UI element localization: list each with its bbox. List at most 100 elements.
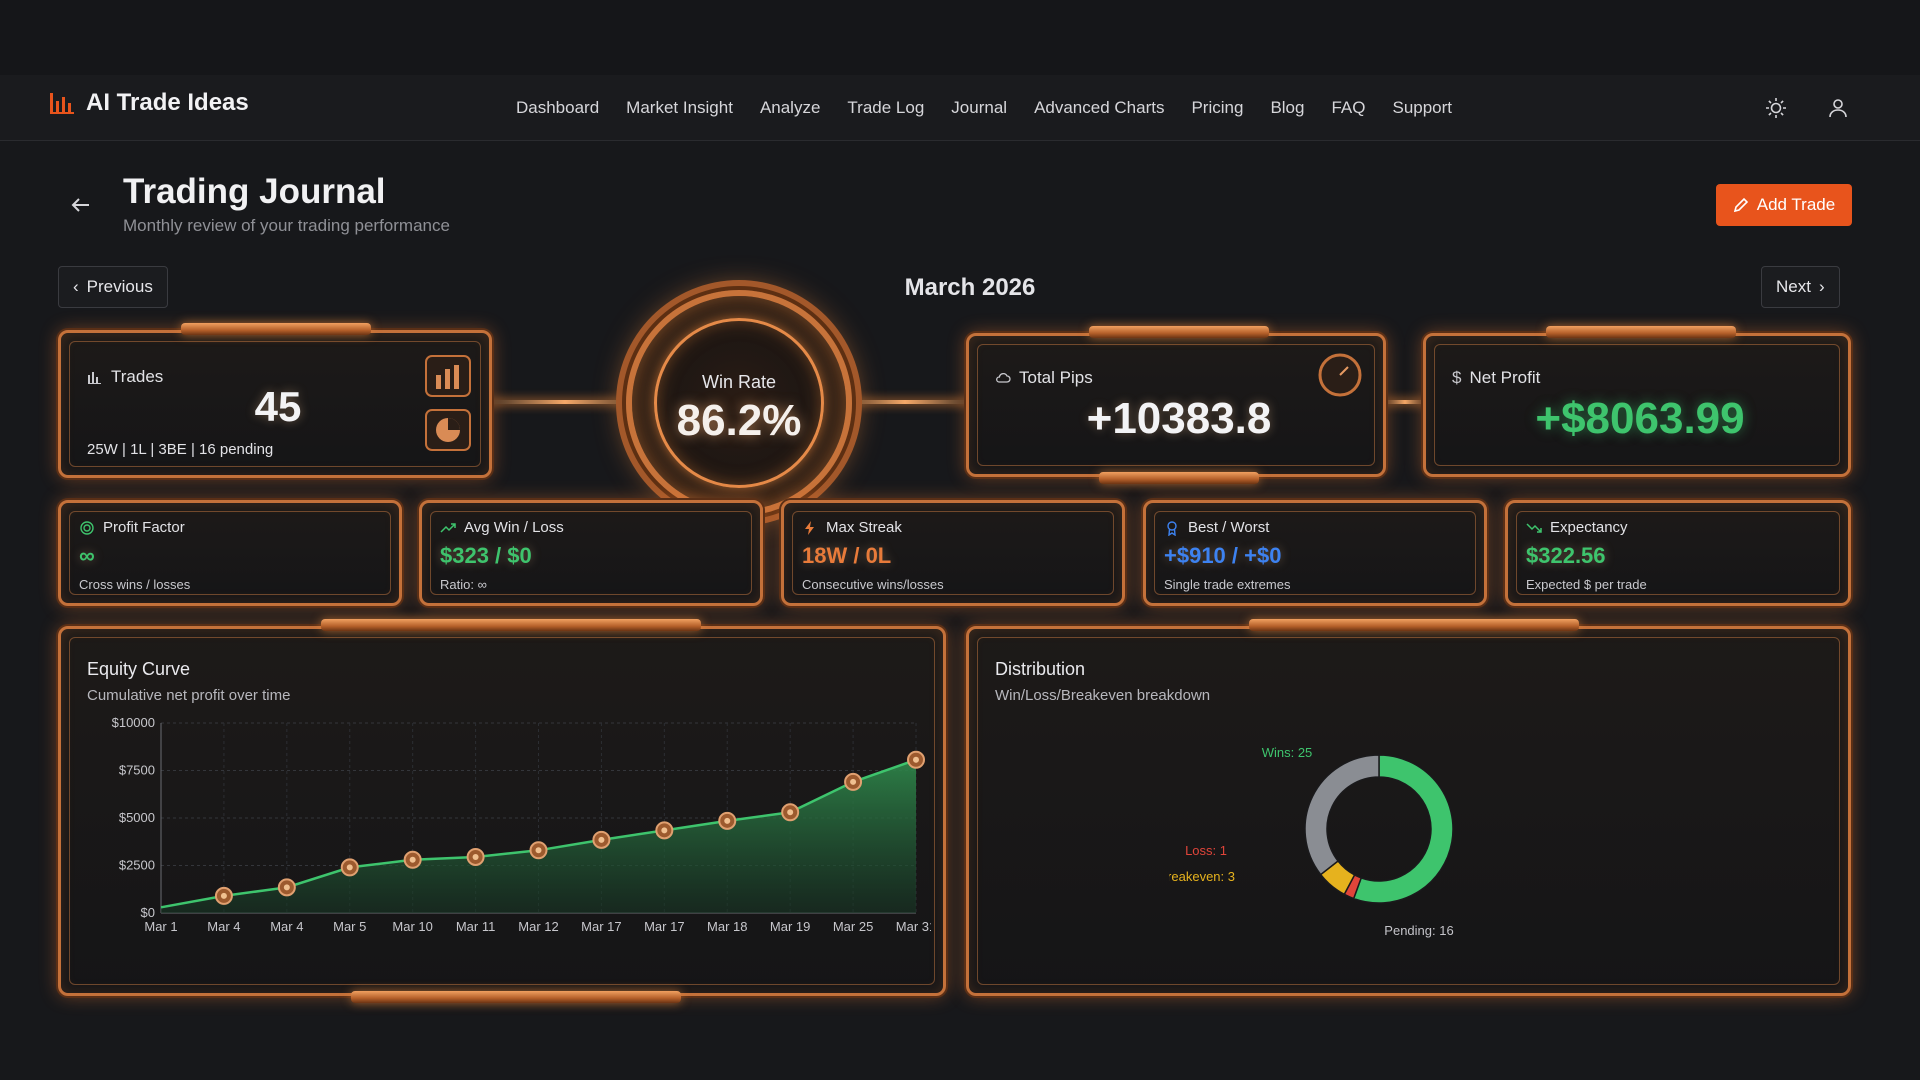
back-arrow-icon[interactable] <box>68 192 94 218</box>
card-rail <box>1546 326 1736 338</box>
x-tick-label: Mar 17 <box>644 919 684 934</box>
page-subtitle: Monthly review of your trading performan… <box>123 216 450 235</box>
bar-chart-logo-icon <box>50 93 74 114</box>
distribution-chart: Wins: 25 Loss: 1 Breakeven: 3 Pending: 16 <box>1169 745 1454 938</box>
net-profit-label: $ Net Profit <box>1452 368 1540 388</box>
nav-link-analyze[interactable]: Analyze <box>760 98 820 118</box>
win-rate-gauge: Win Rate 86.2% <box>626 290 852 516</box>
donut-label: Wins: 25 <box>1262 745 1313 760</box>
cloud-icon <box>996 372 1011 383</box>
y-tick-label: $10000 <box>112 715 155 730</box>
max-streak-label-text: Max Streak <box>826 519 902 536</box>
card-rail <box>1099 472 1259 484</box>
user-icon[interactable] <box>1826 96 1850 120</box>
equity-point-core <box>220 892 227 899</box>
equity-point-core <box>787 809 794 816</box>
nav-link-trade-log[interactable]: Trade Log <box>847 98 924 118</box>
expectancy-value: $322.56 <box>1526 543 1606 568</box>
y-tick-label: $0 <box>141 905 155 920</box>
best-worst-label-text: Best / Worst <box>1188 519 1270 536</box>
gauge-icon <box>1318 353 1362 397</box>
profit-factor-detail: Cross wins / losses <box>79 577 191 592</box>
nav-link-faq[interactable]: FAQ <box>1331 98 1365 118</box>
equity-point-core <box>346 864 353 871</box>
x-tick-label: Mar 4 <box>270 919 303 934</box>
x-tick-label: Mar 17 <box>581 919 621 934</box>
equity-point-core <box>472 853 479 860</box>
lightning-icon <box>805 520 814 535</box>
avg-win-loss-card: Avg Win / Loss $323 / $0 Ratio: ∞ <box>419 500 763 606</box>
next-label: Next <box>1776 277 1811 296</box>
y-tick-label: $7500 <box>119 763 155 778</box>
nav-link-pricing[interactable]: Pricing <box>1191 98 1243 118</box>
equity-point-core <box>724 817 731 824</box>
nav-link-support[interactable]: Support <box>1392 98 1452 118</box>
nav-link-journal[interactable]: Journal <box>951 98 1007 118</box>
expectancy-label-text: Expectancy <box>1550 519 1628 536</box>
total-pips-card: Total Pips +10383.8 <box>966 326 1386 484</box>
expectancy-label: Expectancy <box>1526 519 1628 536</box>
best-worst-card: Best / Worst +$910 / +$0 Single trade ex… <box>1143 500 1487 606</box>
donut-label: Loss: 1 <box>1185 843 1227 858</box>
avg-win-loss-detail: Ratio: ∞ <box>440 577 487 592</box>
next-button[interactable]: Next › <box>1761 266 1840 308</box>
profit-factor-label: Profit Factor <box>79 519 185 536</box>
equity-point-core <box>535 847 542 854</box>
total-pips-label: Total Pips <box>995 368 1093 388</box>
x-tick-label: Mar 19 <box>770 919 810 934</box>
panel-rail <box>1249 619 1579 631</box>
x-tick-label: Mar 18 <box>707 919 747 934</box>
brand[interactable]: AI Trade Ideas <box>48 89 249 117</box>
equity-curve-panel: Equity Curve Cumulative net profit over … <box>58 619 946 1003</box>
y-tick-label: $5000 <box>119 810 155 825</box>
equity-curve-subtitle: Cumulative net profit over time <box>87 687 291 704</box>
connector-right <box>840 400 970 404</box>
net-profit-value: +$8063.99 <box>1535 394 1745 443</box>
net-profit-card: $ Net Profit +$8063.99 <box>1423 326 1851 477</box>
equity-point-core <box>409 856 416 863</box>
connector-mid <box>1385 400 1425 404</box>
page-title: Trading Journal <box>123 172 386 211</box>
pencil-icon <box>1733 197 1748 213</box>
trades-detail: 25W | 1L | 3BE | 16 pending <box>87 441 274 458</box>
equity-point-core <box>913 756 919 763</box>
nav-link-advanced-charts[interactable]: Advanced Charts <box>1034 98 1164 118</box>
top-band <box>0 0 1920 75</box>
top-nav: AI Trade Ideas Dashboard Market Insight … <box>0 75 1920 141</box>
max-streak-label: Max Streak <box>802 519 902 536</box>
avg-win-loss-label: Avg Win / Loss <box>440 519 564 536</box>
chevron-right-icon: › <box>1818 277 1825 296</box>
equity-curve-chart: $10000 $7500 $5000 $2500 $0Mar 1 Mar 4 Mar 4 Ma… <box>112 715 931 934</box>
dollar-icon: $ <box>1452 368 1462 387</box>
award-icon <box>1167 520 1177 536</box>
best-worst-label: Best / Worst <box>1164 519 1269 536</box>
brand-name: AI Trade Ideas <box>86 89 249 116</box>
trades-card: Trades 45 25W | 1L | 3BE | 16 pending <box>58 323 492 478</box>
donut-label: Pending: 16 <box>1384 923 1453 938</box>
nav-link-market-insight[interactable]: Market Insight <box>626 98 733 118</box>
distribution-title: Distribution <box>995 659 1086 679</box>
x-tick-label: Mar 4 <box>207 919 240 934</box>
win-rate-label: Win Rate <box>701 372 777 392</box>
add-trade-label: Add Trade <box>1756 195 1836 214</box>
equity-curve-title: Equity Curve <box>87 659 191 679</box>
x-tick-label: Mar 5 <box>333 919 366 934</box>
distribution-subtitle: Win/Loss/Breakeven breakdown <box>995 687 1211 704</box>
avg-win-loss-label-text: Avg Win / Loss <box>464 519 564 536</box>
total-pips-label-text: Total Pips <box>1019 368 1093 387</box>
sun-icon[interactable] <box>1764 96 1788 120</box>
nav-link-dashboard[interactable]: Dashboard <box>516 98 599 118</box>
add-trade-button[interactable]: Add Trade <box>1716 184 1852 226</box>
nav-link-blog[interactable]: Blog <box>1270 98 1304 118</box>
donut-slice <box>1304 754 1380 876</box>
equity-point-core <box>283 884 290 891</box>
pie-badge-icon <box>425 409 471 451</box>
best-worst-value: +$910 / +$0 <box>1164 543 1282 568</box>
x-tick-label: Mar 11 <box>456 919 496 934</box>
win-rate-value: 86.2% <box>676 396 802 445</box>
donut-label: Breakeven: 3 <box>1169 869 1235 884</box>
profit-factor-card: Profit Factor ∞ Cross wins / losses <box>58 500 402 606</box>
net-profit-label-text: Net Profit <box>1469 368 1541 387</box>
card-rail <box>181 323 371 335</box>
target-icon <box>80 520 94 535</box>
